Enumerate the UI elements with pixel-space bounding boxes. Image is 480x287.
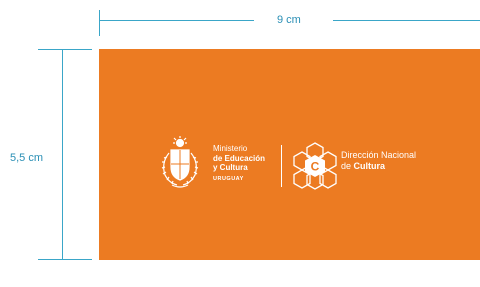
- cultura-hexagon-logo-icon: C: [293, 142, 337, 190]
- ministry-line-1: Ministerio: [213, 144, 248, 153]
- direction-line-2-bold: Cultura: [353, 161, 386, 171]
- width-dimension-left-tick: [99, 10, 100, 36]
- ministry-name: Ministerio de Educación y Cultura URUGUA…: [213, 144, 265, 184]
- direction-line-2-prefix: de: [341, 161, 354, 171]
- ministry-line-2: de Educación: [213, 153, 266, 163]
- width-dimension-line-right: [333, 20, 480, 21]
- direction-line-1: Dirección Nacional: [341, 150, 417, 160]
- logo-divider: [281, 145, 282, 187]
- width-dimension-line-left: [100, 20, 254, 21]
- svg-text:C: C: [311, 160, 320, 174]
- ministry-country: URUGUAY: [213, 175, 244, 182]
- height-dimension-top-tick: [38, 49, 92, 50]
- logo-lockup: Ministerio de Educación y Cultura URUGUA…: [157, 135, 437, 195]
- direction-line-2: de Cultura: [341, 161, 416, 172]
- ministry-line-3: y Cultura: [213, 163, 248, 172]
- business-card: Ministerio de Educación y Cultura URUGUA…: [99, 49, 480, 260]
- height-dimension-line: [62, 49, 63, 260]
- height-dimension-label: 5,5 cm: [8, 152, 46, 164]
- height-dimension-bottom-tick: [38, 259, 92, 260]
- width-dimension-label: 9 cm: [277, 14, 301, 26]
- coat-of-arms-icon: [161, 136, 199, 188]
- direction-name: Dirección Nacional de Cultura: [341, 150, 416, 172]
